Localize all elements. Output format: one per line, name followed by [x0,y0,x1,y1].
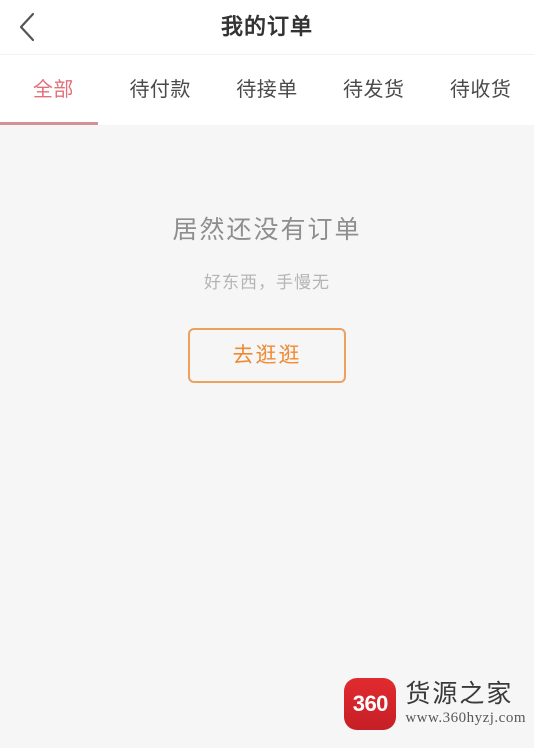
tab-pending-shipment[interactable]: 待发货 [320,56,427,124]
go-shopping-button[interactable]: 去逛逛 [188,328,346,383]
tab-pending-accept[interactable]: 待接单 [214,56,321,124]
order-list-screen: 我的订单 全部 待付款 待接单 待发货 待收货 居然还没有订单 好东西，手慢无 … [0,0,534,748]
watermark-text-block: 货源之家 www.360hyzj.com [405,681,526,727]
empty-state-title: 居然还没有订单 [172,216,362,244]
tab-pending-receipt[interactable]: 待收货 [427,56,534,124]
watermark: 360 货源之家 www.360hyzj.com [344,678,526,730]
page-title: 我的订单 [220,14,313,39]
page-header: 我的订单 [0,0,534,55]
watermark-site-name: 货源之家 [405,681,514,708]
watermark-logo-text: 360 [352,691,389,716]
order-status-tabbar: 全部 待付款 待接单 待发货 待收货 [0,55,534,125]
empty-state: 居然还没有订单 好东西，手慢无 去逛逛 [0,210,534,383]
watermark-360-logo-icon: 360 [344,678,397,730]
empty-state-subtitle: 好东西，手慢无 [204,273,330,292]
tab-pending-payment[interactable]: 待付款 [107,56,214,124]
order-list-content: 居然还没有订单 好东西，手慢无 去逛逛 [0,125,534,748]
watermark-url: www.360hyzj.com [405,710,526,726]
tab-all[interactable]: 全部 [0,56,107,124]
